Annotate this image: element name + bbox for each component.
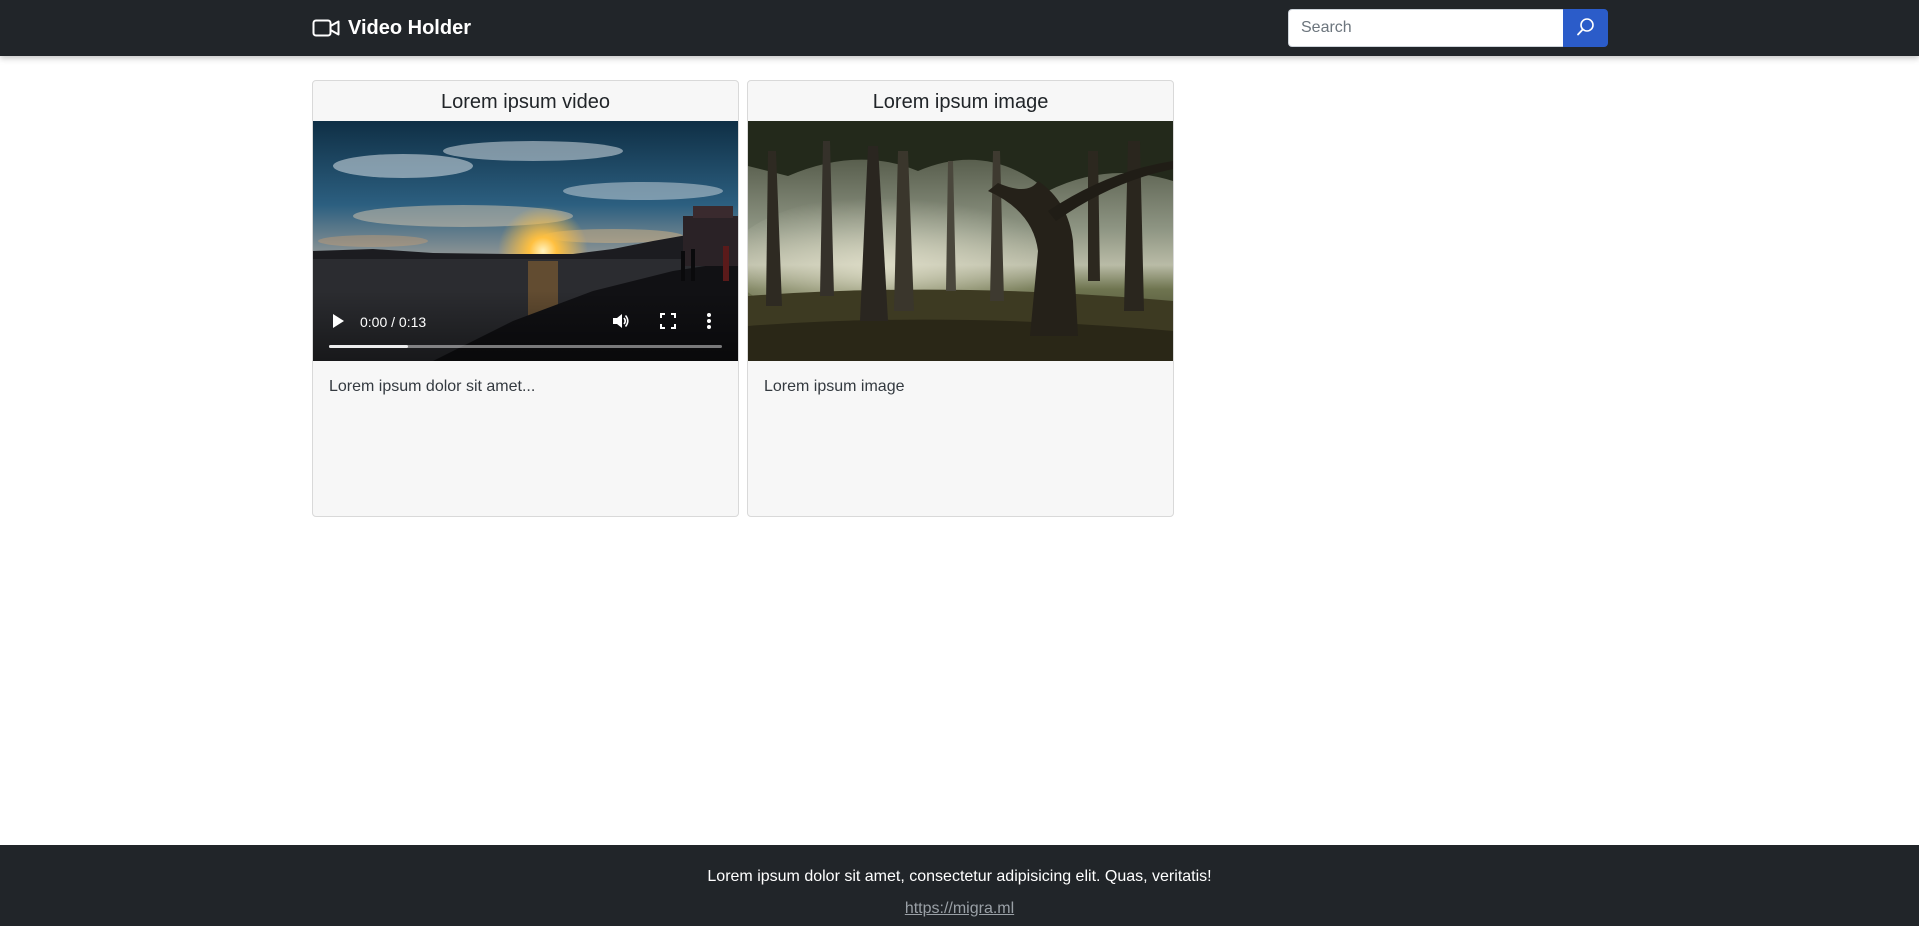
brand-name: Video Holder: [348, 16, 471, 39]
video-time: 0:00 / 0:13: [360, 314, 427, 330]
search-input[interactable]: [1288, 9, 1563, 47]
fullscreen-icon[interactable]: [660, 313, 676, 334]
video-card: Lorem ipsum video 0:00 / 0:13 Lorem ipsu…: [312, 80, 739, 517]
card-title: Lorem ipsum image: [872, 91, 1049, 113]
search-icon: [1576, 17, 1596, 40]
video-player[interactable]: 0:00 / 0:13: [313, 121, 738, 361]
search-form: [1288, 9, 1608, 47]
footer-link[interactable]: https://migra.ml: [0, 900, 1919, 918]
image-card: Lorem ipsum image Lorem ipsum image: [747, 80, 1174, 517]
volume-icon[interactable]: [612, 313, 630, 334]
card-text: Lorem ipsum image: [764, 378, 905, 395]
card-title: Lorem ipsum video: [441, 91, 610, 113]
more-vertical-icon[interactable]: [706, 312, 712, 335]
card-text: Lorem ipsum dolor sit amet...: [329, 378, 536, 395]
search-button[interactable]: [1563, 9, 1608, 47]
play-icon[interactable]: [331, 313, 345, 334]
video-buffered-bar: [329, 345, 408, 348]
card-image: [748, 121, 1173, 361]
video-camera-icon: [312, 18, 340, 38]
video-progress-bar[interactable]: [329, 345, 722, 348]
top-navbar: Video Holder: [0, 0, 1919, 56]
brand-link[interactable]: Video Holder: [312, 16, 471, 40]
video-controls: 0:00 / 0:13: [313, 291, 738, 361]
footer-text: Lorem ipsum dolor sit amet, consectetur …: [707, 868, 1212, 885]
footer: Lorem ipsum dolor sit amet, consectetur …: [0, 845, 1919, 926]
